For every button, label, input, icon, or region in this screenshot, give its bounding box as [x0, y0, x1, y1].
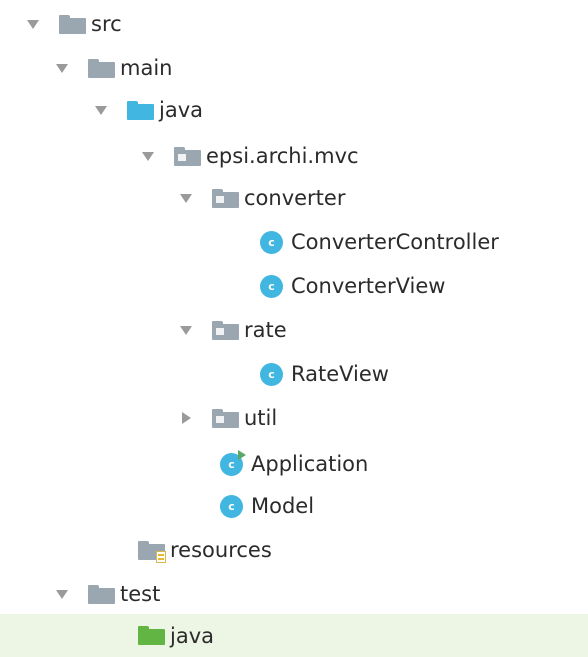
- tree-node-converter-controller[interactable]: c ConverterController: [0, 220, 588, 264]
- package-icon: [174, 146, 201, 166]
- tree-node-label: java: [159, 98, 203, 122]
- tree-node-label: resources: [170, 538, 272, 562]
- class-icon: c: [260, 230, 283, 254]
- tree-node-test-java[interactable]: java: [0, 614, 588, 657]
- test-source-root-folder-icon: [138, 626, 165, 645]
- tree-node-main[interactable]: main: [0, 46, 588, 90]
- tree-node-resources[interactable]: resources: [0, 528, 588, 572]
- tree-node-model[interactable]: c Model: [0, 484, 588, 528]
- tree-node-label: src: [91, 12, 122, 36]
- project-tree: src main java epsi.archi.mvc converter c…: [0, 0, 588, 657]
- package-icon: [212, 188, 239, 208]
- class-icon: c: [220, 494, 243, 518]
- tree-node-rate-view[interactable]: c RateView: [0, 352, 588, 396]
- tree-node-label: Application: [251, 452, 369, 476]
- expand-arrow-icon[interactable]: [142, 151, 154, 161]
- tree-node-label: converter: [244, 186, 346, 210]
- expand-arrow-icon[interactable]: [95, 105, 107, 115]
- package-icon: [212, 408, 239, 428]
- tree-node-util[interactable]: util: [0, 396, 588, 440]
- run-marker-icon: [238, 449, 246, 460]
- expand-arrow-icon[interactable]: [180, 325, 192, 335]
- package-icon: [212, 320, 239, 340]
- expand-arrow-icon[interactable]: [180, 193, 192, 203]
- expand-arrow-icon[interactable]: [56, 63, 68, 73]
- source-root-folder-icon: [127, 100, 154, 120]
- folder-icon: [59, 14, 86, 34]
- collapse-arrow-icon[interactable]: [182, 412, 191, 424]
- tree-node-label: rate: [244, 318, 287, 342]
- tree-node-converter-view[interactable]: c ConverterView: [0, 264, 588, 308]
- tree-node-application[interactable]: c Application: [0, 442, 588, 486]
- expand-arrow-icon[interactable]: [56, 589, 68, 599]
- tree-node-label: test: [120, 582, 161, 606]
- resources-folder-icon: [138, 540, 166, 563]
- folder-icon: [88, 584, 115, 604]
- tree-node-rate[interactable]: rate: [0, 308, 588, 352]
- class-icon: c: [260, 362, 283, 386]
- runnable-class-icon: c: [220, 449, 246, 476]
- tree-node-label: Model: [251, 494, 315, 518]
- tree-node-test[interactable]: test: [0, 572, 588, 616]
- class-icon: c: [260, 274, 283, 298]
- tree-node-src[interactable]: src: [0, 2, 588, 46]
- tree-node-label: util: [244, 406, 278, 430]
- tree-node-label: java: [170, 623, 214, 648]
- expand-arrow-icon[interactable]: [27, 19, 39, 29]
- tree-node-label: RateView: [291, 362, 389, 386]
- tree-node-label: ConverterController: [291, 230, 499, 254]
- tree-node-label: epsi.archi.mvc: [206, 144, 359, 168]
- folder-icon: [88, 58, 115, 78]
- class-letter: c: [228, 457, 235, 471]
- tree-node-label: main: [120, 56, 173, 80]
- tree-node-converter[interactable]: converter: [0, 176, 588, 220]
- tree-node-label: ConverterView: [291, 274, 446, 298]
- tree-node-epsi-archi-mvc[interactable]: epsi.archi.mvc: [0, 134, 588, 178]
- tree-node-main-java[interactable]: java: [0, 88, 588, 132]
